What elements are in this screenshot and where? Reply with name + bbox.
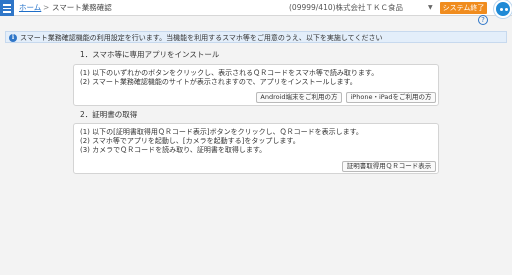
- install-app-panel: (1) 以下のいずれかのボタンをクリックし、表示されるＱＲコードをスマホ等で読み…: [73, 64, 439, 106]
- menu-icon[interactable]: [0, 0, 14, 16]
- certificate-panel: (1) 以下の[証明書取得用ＱＲコード表示]ボタンをクリックし、ＱＲコードを表示…: [73, 123, 439, 174]
- certificate-qr-code-button[interactable]: 証明書取得用ＱＲコード表示: [342, 161, 436, 172]
- instruction-line: (2) スマート業務確認機能のサイトが表示されますので、アプリをインストールしま…: [80, 78, 357, 86]
- assistant-avatar-icon[interactable]: [494, 0, 512, 18]
- instruction-line: (3) カメラでＱＲコードを読み取り、証明書を取得します。: [80, 146, 267, 154]
- instruction-line: (2) スマホ等でアプリを起動し、[カメラを起動する]をタップします。: [80, 137, 300, 145]
- iphone-ipad-users-button[interactable]: iPhone・iPadをご利用の方: [346, 92, 436, 103]
- chevron-down-icon[interactable]: ▼: [428, 3, 433, 13]
- info-banner: i スマート業務確認機能の利用設定を行います。当機能を利用するスマホ等をご用意の…: [5, 31, 507, 43]
- breadcrumb-home-link[interactable]: ホーム: [19, 3, 41, 13]
- company-selector[interactable]: (09999/410)株式会社ＴＫＣ食品: [289, 3, 403, 13]
- top-bar: ホーム > スマート業務確認 (09999/410)株式会社ＴＫＣ食品 ▼ シス…: [0, 0, 512, 16]
- section-title-certificate: 2．証明書の取得: [80, 110, 138, 119]
- breadcrumb-separator: >: [43, 3, 50, 12]
- android-users-button[interactable]: Android端末をご利用の方: [256, 92, 342, 103]
- section-title-install-app: 1．スマホ等に専用アプリをインストール: [80, 50, 220, 59]
- breadcrumb-current: スマート業務確認: [52, 3, 112, 12]
- info-icon: i: [9, 33, 17, 42]
- instruction-line: (1) 以下の[証明書取得用ＱＲコード表示]ボタンをクリックし、ＱＲコードを表示…: [80, 128, 363, 136]
- instruction-line: (1) 以下のいずれかのボタンをクリックし、表示されるＱＲコードをスマホ等で読み…: [80, 69, 379, 77]
- system-exit-button[interactable]: システム終了: [440, 2, 487, 14]
- help-icon[interactable]: ?: [478, 15, 488, 25]
- info-message: スマート業務確認機能の利用設定を行います。当機能を利用するスマホ等をご用意のうえ…: [20, 34, 383, 42]
